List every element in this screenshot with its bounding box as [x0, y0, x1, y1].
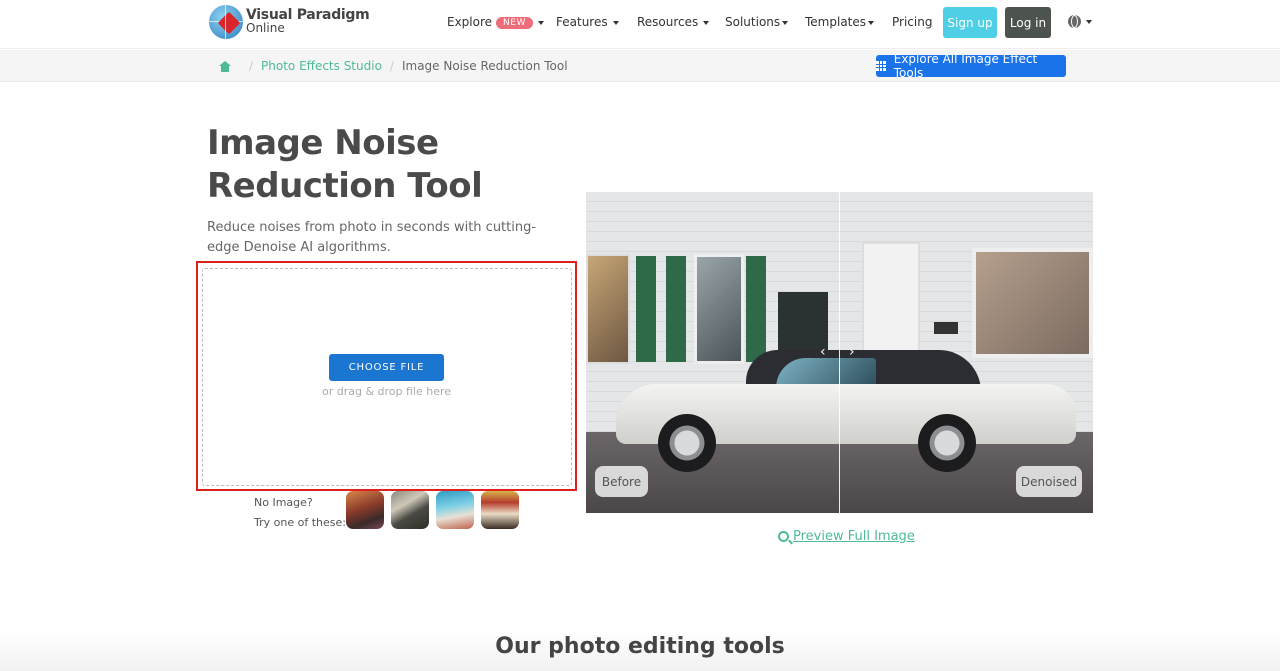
globe-icon: [1068, 15, 1081, 28]
nav-templates[interactable]: Templates: [805, 15, 875, 29]
explore-all-tools-label: Explore All Image Effect Tools: [893, 52, 1038, 80]
breadcrumb: / Photo Effects Studio / Image Noise Red…: [219, 59, 568, 73]
denoised-label: Denoised: [1016, 466, 1082, 497]
nav-resources-label: Resources: [637, 15, 699, 29]
nav-resources[interactable]: Resources: [637, 15, 710, 29]
house-window: [694, 254, 744, 364]
house-window: [972, 248, 1093, 358]
car-wheel: [658, 414, 716, 472]
signup-button[interactable]: Sign up: [943, 7, 997, 38]
breadcrumb-separator: /: [249, 59, 254, 73]
home-icon[interactable]: [219, 60, 231, 72]
sample-thumbnail[interactable]: [436, 491, 474, 529]
new-badge: NEW: [496, 17, 533, 29]
preview-full-image-label: Preview Full Image: [793, 529, 915, 544]
car-wheel: [918, 414, 976, 472]
logo[interactable]: Visual Paradigm Online: [209, 5, 370, 39]
logo-subtitle: Online: [246, 21, 285, 35]
before-after-compare[interactable]: ‹ › Before Denoised: [586, 192, 1093, 513]
breadcrumb-photo-effects-studio[interactable]: Photo Effects Studio: [261, 59, 382, 73]
chevron-down-icon: [703, 20, 710, 25]
breadcrumb-current: Image Noise Reduction Tool: [401, 59, 568, 73]
nav-features[interactable]: Features: [556, 15, 619, 29]
nav-solutions[interactable]: Solutions: [725, 15, 789, 29]
chevron-down-icon: [868, 20, 875, 25]
house-shutter: [666, 256, 686, 362]
language-selector[interactable]: [1068, 15, 1092, 28]
sample-thumbnail[interactable]: [346, 491, 384, 529]
drop-hint: or drag & drop file here: [321, 385, 452, 398]
nav-pricing[interactable]: Pricing: [892, 15, 932, 29]
section-title: Our photo editing tools: [495, 634, 785, 659]
house-shutter: [746, 256, 766, 362]
chevron-left-icon[interactable]: ‹: [820, 344, 826, 360]
chevron-right-icon[interactable]: ›: [849, 344, 855, 360]
login-button[interactable]: Log in: [1005, 7, 1051, 38]
chevron-down-icon: [612, 20, 619, 25]
grid-icon: [876, 61, 886, 71]
no-image-label: No Image?: [254, 496, 313, 509]
house-window: [586, 254, 630, 364]
nav-pricing-label: Pricing: [892, 15, 933, 29]
zoom-in-icon: [778, 531, 789, 542]
sample-prompt: No Image? Try one of these:: [254, 493, 346, 533]
nav-templates-label: Templates: [805, 15, 867, 29]
page-title: Image Noise Reduction Tool: [207, 123, 483, 206]
preview-full-image-link[interactable]: Preview Full Image: [778, 529, 915, 544]
nav-features-label: Features: [556, 15, 608, 29]
sample-thumbnail[interactable]: [481, 491, 519, 529]
page-subtitle: Reduce noises from photo in seconds with…: [207, 220, 537, 255]
chevron-down-icon: [537, 20, 544, 25]
top-navbar: Visual Paradigm Online Explore NEW Featur…: [0, 0, 1280, 49]
before-label: Before: [595, 466, 648, 497]
logo-globe-icon: [209, 5, 243, 39]
compare-slider-handle[interactable]: [839, 192, 840, 513]
nav-solutions-label: Solutions: [725, 15, 781, 29]
chevron-down-icon: [782, 20, 789, 25]
breadcrumb-bar: / Photo Effects Studio / Image Noise Red…: [0, 50, 1280, 82]
nav-explore[interactable]: Explore NEW: [447, 15, 544, 29]
house-shutter: [636, 256, 656, 362]
choose-file-button[interactable]: CHOOSE FILE: [329, 354, 444, 381]
explore-all-tools-button[interactable]: Explore All Image Effect Tools: [876, 52, 1066, 80]
mailbox: [934, 322, 958, 334]
try-these-label: Try one of these:: [254, 516, 346, 529]
chevron-down-icon: [1086, 19, 1092, 24]
sample-thumbnail[interactable]: [391, 491, 429, 529]
nav-explore-label: Explore: [447, 15, 493, 29]
breadcrumb-separator: /: [389, 59, 394, 73]
